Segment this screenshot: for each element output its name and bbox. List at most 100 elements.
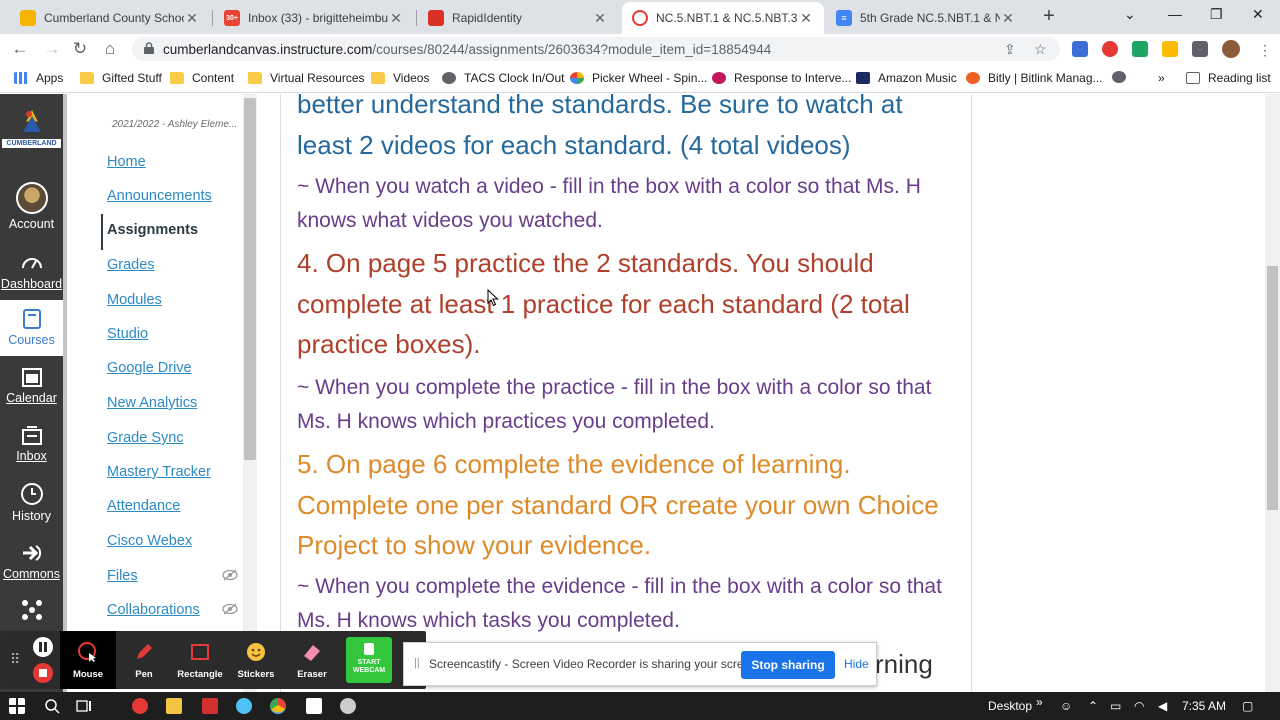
- extension-icon[interactable]: [1132, 41, 1148, 57]
- tool-eraser[interactable]: Eraser: [284, 631, 340, 689]
- tool-rectangle[interactable]: Rectangle: [172, 631, 228, 689]
- stop-sharing-button[interactable]: Stop sharing: [741, 651, 835, 679]
- course-nav-home[interactable]: Home: [107, 154, 146, 170]
- back-arrow-icon[interactable]: ←: [10, 39, 30, 59]
- clock-time[interactable]: 7:35 AM: [1182, 699, 1226, 713]
- course-nav-mastery-tracker[interactable]: Mastery Tracker: [107, 464, 211, 480]
- bitly-icon: [966, 72, 980, 84]
- task-view-icon[interactable]: [76, 698, 92, 714]
- tool-mouse[interactable]: Mouse: [60, 631, 116, 689]
- drag-handle-icon[interactable]: ||: [414, 657, 420, 669]
- course-nav-scroll-thumb[interactable]: [244, 98, 256, 460]
- nav-inbox[interactable]: Inbox: [0, 424, 63, 463]
- stop-recording-button[interactable]: [33, 663, 53, 683]
- close-tab-icon[interactable]: ✕: [388, 10, 404, 27]
- tool-pen[interactable]: Pen: [116, 631, 172, 689]
- reload-icon[interactable]: ↻: [70, 39, 90, 59]
- tab-search-icon[interactable]: ⌄: [1124, 6, 1136, 23]
- course-nav-google-drive[interactable]: Google Drive: [107, 360, 192, 376]
- menu-kebab-icon[interactable]: ⋮: [1258, 42, 1272, 59]
- bookmark-star-icon[interactable]: ☆: [1034, 41, 1047, 58]
- course-nav-assignments[interactable]: Assignments: [107, 222, 198, 238]
- bookmark-bitly[interactable]: Bitly | Bitlink Manag...: [966, 71, 1103, 85]
- course-nav-files[interactable]: Files: [107, 568, 138, 584]
- desktop-toolbar-label[interactable]: Desktop: [988, 699, 1032, 713]
- file-explorer-icon[interactable]: [166, 698, 182, 714]
- bookmark-gifted-stuff[interactable]: Gifted Stuff: [80, 71, 162, 85]
- close-tab-icon[interactable]: ✕: [592, 10, 608, 27]
- drag-handle-icon[interactable]: ⠿: [10, 651, 20, 668]
- nav-commons[interactable]: Commons: [0, 542, 63, 581]
- url-text: cumberlandcanvas.instructure.com/courses…: [163, 42, 771, 57]
- google-drive-extension-icon[interactable]: [1162, 41, 1178, 57]
- battery-icon[interactable]: ▭: [1110, 699, 1121, 713]
- app-icon[interactable]: [340, 698, 356, 714]
- volume-icon[interactable]: ◀: [1158, 699, 1167, 713]
- nav-history[interactable]: History: [0, 482, 63, 523]
- course-nav-grade-sync[interactable]: Grade Sync: [107, 430, 184, 446]
- tab-cumberland-schools[interactable]: Cumberland County Schools ✕: [10, 2, 210, 34]
- new-tab-button[interactable]: +: [1038, 5, 1060, 27]
- tab-rapididentity[interactable]: RapidIdentity ✕: [418, 2, 618, 34]
- bookmark-picker-wheel[interactable]: Picker Wheel - Spin...: [570, 71, 707, 85]
- chrome-icon[interactable]: [270, 698, 286, 714]
- acrobat-icon[interactable]: [202, 698, 218, 714]
- close-tab-icon[interactable]: ✕: [184, 10, 200, 27]
- nav-dashboard[interactable]: Dashboard: [0, 252, 63, 291]
- bookmark-virtual-resources[interactable]: Virtual Resources: [248, 71, 365, 85]
- bookmark-amazon-music[interactable]: Amazon Music: [856, 71, 957, 85]
- restore-icon[interactable]: ❐: [1210, 6, 1223, 23]
- course-nav-announcements[interactable]: Announcements: [107, 188, 212, 204]
- minimize-icon[interactable]: —: [1168, 6, 1182, 22]
- bookmark-apps[interactable]: Apps: [14, 71, 63, 85]
- bookmark-tacs-clock[interactable]: TACS Clock In/Out: [442, 71, 564, 85]
- windows-start-icon[interactable]: [9, 698, 25, 714]
- course-nav-left-scrollbar[interactable]: [63, 94, 67, 692]
- home-icon[interactable]: ⌂: [100, 39, 120, 59]
- wifi-icon[interactable]: ◠: [1134, 699, 1144, 713]
- tab-5th-grade-doc[interactable]: ≡ 5th Grade NC.5.NBT.1 & NC. ✕: [826, 2, 1026, 34]
- start-webcam-button[interactable]: START WEBCAM: [346, 637, 392, 683]
- course-nav-modules[interactable]: Modules: [107, 292, 162, 308]
- nav-account[interactable]: Account: [0, 182, 63, 231]
- profile-avatar-icon[interactable]: [1222, 40, 1240, 58]
- bookmark-globe[interactable]: [1112, 71, 1134, 83]
- paint-icon[interactable]: [236, 698, 252, 714]
- course-nav-collaborations[interactable]: Collaborations: [107, 602, 200, 618]
- course-nav-new-analytics[interactable]: New Analytics: [107, 395, 197, 411]
- close-tab-icon[interactable]: ✕: [1000, 10, 1016, 27]
- close-window-icon[interactable]: ✕: [1252, 6, 1264, 23]
- tab-nbt-lesson[interactable]: NC.5.NBT.1 & NC.5.NBT.3 Lea ✕: [622, 2, 824, 34]
- bookmark-videos[interactable]: Videos: [371, 71, 429, 85]
- close-tab-icon[interactable]: ✕: [798, 10, 814, 27]
- course-nav-cisco-webex[interactable]: Cisco Webex: [107, 533, 192, 549]
- forward-arrow-icon[interactable]: →: [42, 39, 62, 59]
- tool-stickers[interactable]: Stickers: [228, 631, 284, 689]
- bookmarks-overflow-button[interactable]: »: [1158, 71, 1165, 85]
- search-icon[interactable]: [44, 698, 60, 714]
- notification-icon[interactable]: ▢: [1242, 699, 1253, 713]
- puzzle-extensions-icon[interactable]: [1192, 41, 1208, 57]
- tab-gmail-inbox[interactable]: 30+ Inbox (33) - brigitteheimbuec ✕: [214, 2, 414, 34]
- bookmark-rti[interactable]: Response to Interve...: [712, 71, 851, 85]
- address-bar[interactable]: cumberlandcanvas.instructure.com/courses…: [132, 37, 1060, 61]
- extension-icon[interactable]: [1072, 41, 1088, 57]
- share-icon[interactable]: ⇪: [1004, 41, 1016, 58]
- page-scroll-thumb[interactable]: [1267, 266, 1278, 510]
- youtube-app-icon[interactable]: [132, 698, 148, 714]
- screencastify-extension-icon[interactable]: [1102, 41, 1118, 57]
- hide-banner-button[interactable]: Hide: [844, 657, 869, 671]
- course-nav-studio[interactable]: Studio: [107, 326, 148, 342]
- app-icon[interactable]: [306, 698, 322, 714]
- pause-recording-button[interactable]: [33, 637, 53, 657]
- chevron-up-icon[interactable]: ⌃: [1088, 699, 1098, 713]
- course-nav-attendance[interactable]: Attendance: [107, 498, 180, 514]
- taskbar-overflow[interactable]: »: [1036, 695, 1043, 709]
- nav-courses[interactable]: Courses: [0, 300, 63, 356]
- cumberland-logo[interactable]: CUMBERLAND: [2, 108, 61, 160]
- nav-calendar[interactable]: Calendar: [0, 366, 63, 405]
- reading-list-button[interactable]: Reading list: [1186, 71, 1271, 85]
- course-nav-grades[interactable]: Grades: [107, 257, 155, 273]
- people-icon[interactable]: ☺: [1060, 699, 1072, 713]
- bookmark-content[interactable]: Content: [170, 71, 234, 85]
